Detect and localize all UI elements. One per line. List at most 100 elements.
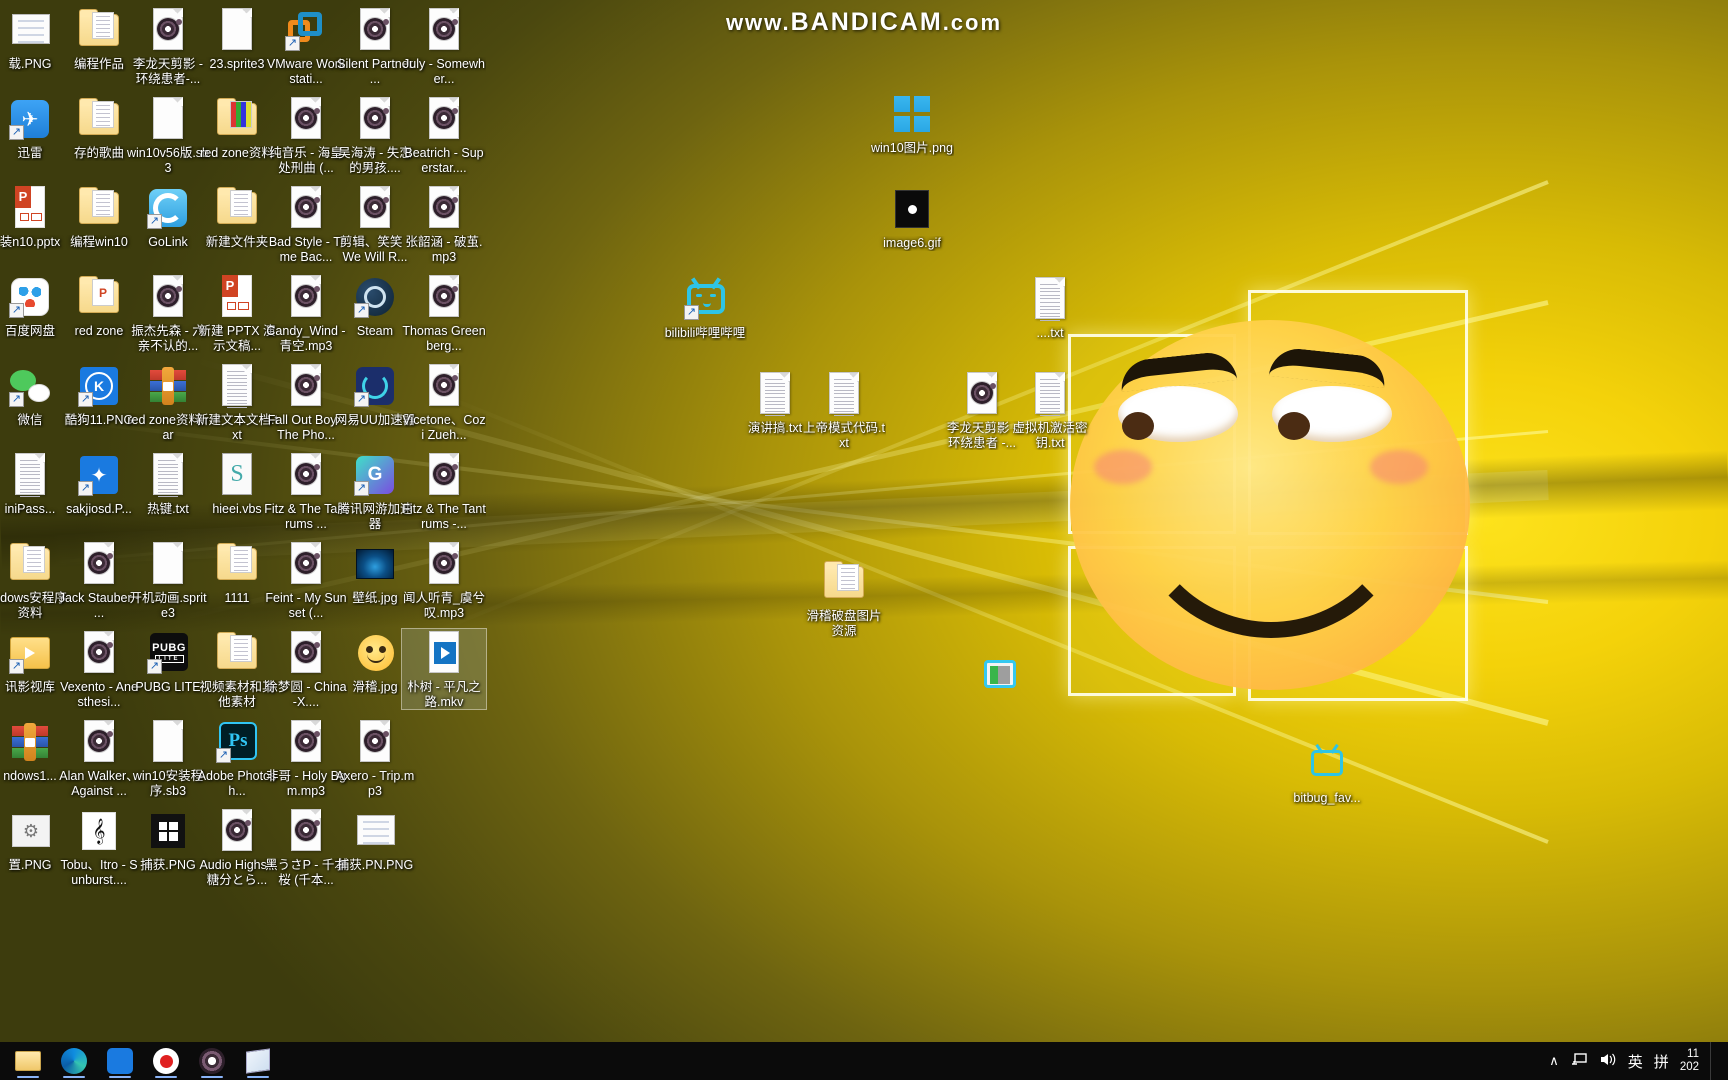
vbs-icon: S [213,451,261,499]
taskbar-running-underline [17,1076,39,1078]
taskbar-running-underline [109,1076,131,1078]
desktop-icon[interactable]: 上帝模式代码.txt [802,370,886,450]
folder-icon [213,184,261,232]
mp3-icon [420,362,468,410]
mp3-icon [282,184,330,232]
txt-icon [751,370,799,418]
taskbar-sticky-notes[interactable] [236,1042,280,1080]
winflag-icon [144,807,192,855]
taskbar-kugou-music[interactable] [98,1042,142,1080]
rar-icon [144,362,192,410]
txt-icon [820,370,868,418]
desktop-icon[interactable]: July - Somewher... [402,6,486,86]
file-explorer-icon [15,1051,41,1071]
desktop-icon[interactable]: win10图片.png [870,90,954,156]
vmware-icon: ↗ [282,6,330,54]
taskbar-media-player[interactable] [190,1042,234,1080]
desktop-icon-label: Beatrich - Superstar.... [404,146,484,175]
watermark-suffix: .com [942,10,1003,35]
blankdoc-icon [144,718,192,766]
pubg-icon: PUBG LITE ↗ [144,629,192,677]
mp3-icon [282,451,330,499]
ime-mode-indicator[interactable]: 拼 [1654,1051,1669,1072]
blankdoc-icon [144,95,192,143]
clock-time: 11 [1687,1048,1699,1060]
desktop-icon[interactable]: Vicetone、Cozi Zueh... [402,362,486,442]
sticky-notes-icon [246,1048,270,1074]
taskbar-running-underline [247,1076,269,1078]
desktop-icon[interactable]: 虚拟机激活密钥.txt [1008,370,1092,450]
txt-icon [1026,275,1074,323]
desktop-icon[interactable] [958,650,1042,701]
mp3-icon [75,718,123,766]
desktop-icon[interactable]: ....txt [1008,275,1092,341]
golink-icon: ↗ [144,184,192,232]
ime-language-indicator[interactable]: 英 [1628,1051,1643,1072]
desktop-icon-label: 上帝模式代码.txt [803,421,885,450]
taskbar-microsoft-edge[interactable] [52,1042,96,1080]
mp3-icon [282,629,330,677]
shortcut-arrow-overlay: ↗ [684,305,699,320]
steam-icon: ↗ [351,273,399,321]
shortcut-arrow-overlay: ↗ [354,392,369,407]
taskbar-running-underline [63,1076,85,1078]
desktop-icon[interactable]: image6.gif [870,185,954,251]
system-tray[interactable]: ∧ 英 拼 11 202 [1549,1042,1728,1080]
desktop-icon-label: July - Somewher... [403,57,485,86]
desktop-icon[interactable]: 朴树 - 平凡之路.mkv [401,628,487,710]
shortcut-arrow-overlay: ↗ [78,481,93,496]
mp3-icon [144,273,192,321]
desktop-icon[interactable]: Thomas Greenberg... [402,273,486,353]
desktop-icon[interactable]: ↗ bilibili哔哩哔哩 [663,275,747,341]
desktop-icon[interactable]: Fitz & The Tantrums -... [402,451,486,531]
desktop-icon-label: 滑稽破盘图片资源 [806,609,882,638]
mp3-icon [282,807,330,855]
blankdoc-icon [213,6,261,54]
mp3-icon [420,6,468,54]
blackimg-icon [888,185,936,233]
mp3-icon [75,540,123,588]
screenshot-icon [6,6,54,54]
sakji-icon: ✦ ↗ [75,451,123,499]
shortcut-arrow-overlay: ↗ [285,36,300,51]
blankdoc-icon [144,540,192,588]
mp3-icon [351,95,399,143]
mkv-icon [420,629,468,677]
folderpic-icon [213,95,261,143]
huaji-smiley-face [1060,300,1480,700]
shortcut-arrow-overlay: ↗ [147,659,162,674]
desktop-icon[interactable]: 张韶涵 - 破茧.mp3 [402,184,486,264]
taskbar-file-explorer[interactable] [6,1042,50,1080]
uu-icon: ↗ [351,362,399,410]
smallface-icon [351,629,399,677]
show-desktop-button[interactable] [1710,1042,1718,1080]
folder-icon [75,184,123,232]
taskbar-bandicam-recorder[interactable] [144,1042,188,1080]
taskbar-pinned-apps [0,1042,280,1080]
pptx-icon: P [213,273,261,321]
mp3-icon [282,540,330,588]
mp3-icon [144,6,192,54]
desktop-icon-label: Axero - Trip.mp3 [335,769,415,798]
kugou-icon: ↗ [75,362,123,410]
volume-icon[interactable] [1599,1052,1617,1070]
desktop-icon[interactable]: Beatrich - Superstar.... [402,95,486,175]
settingspng-icon: ⚙ [6,807,54,855]
taskbar[interactable]: ∧ 英 拼 11 202 [0,1042,1728,1080]
desktop-icon-label: 捕获.PN.PNG [336,858,414,872]
network-icon[interactable] [1570,1052,1588,1070]
desktop-icon[interactable]: 滑稽破盘图片资源 [802,558,886,638]
show-hidden-icons-chevron[interactable]: ∧ [1549,1053,1559,1069]
desktop-icon[interactable]: 捕获.PN.PNG [333,807,417,873]
desktop-icon[interactable]: Axero - Trip.mp3 [333,718,417,798]
desktop-icon-label: 闻人听青_虞兮叹.mp3 [403,591,485,620]
txt-icon [1026,370,1074,418]
rar-icon [6,718,54,766]
folder-icon [75,95,123,143]
desktop-icon[interactable]: 闻人听青_虞兮叹.mp3 [402,540,486,620]
desktop-icon[interactable]: bitbug_fav... [1285,740,1369,806]
shortcut-arrow-overlay: ↗ [9,125,24,140]
clock[interactable]: 11 202 [1680,1048,1699,1074]
baidu-icon: ↗ [6,273,54,321]
mp3-icon [420,540,468,588]
